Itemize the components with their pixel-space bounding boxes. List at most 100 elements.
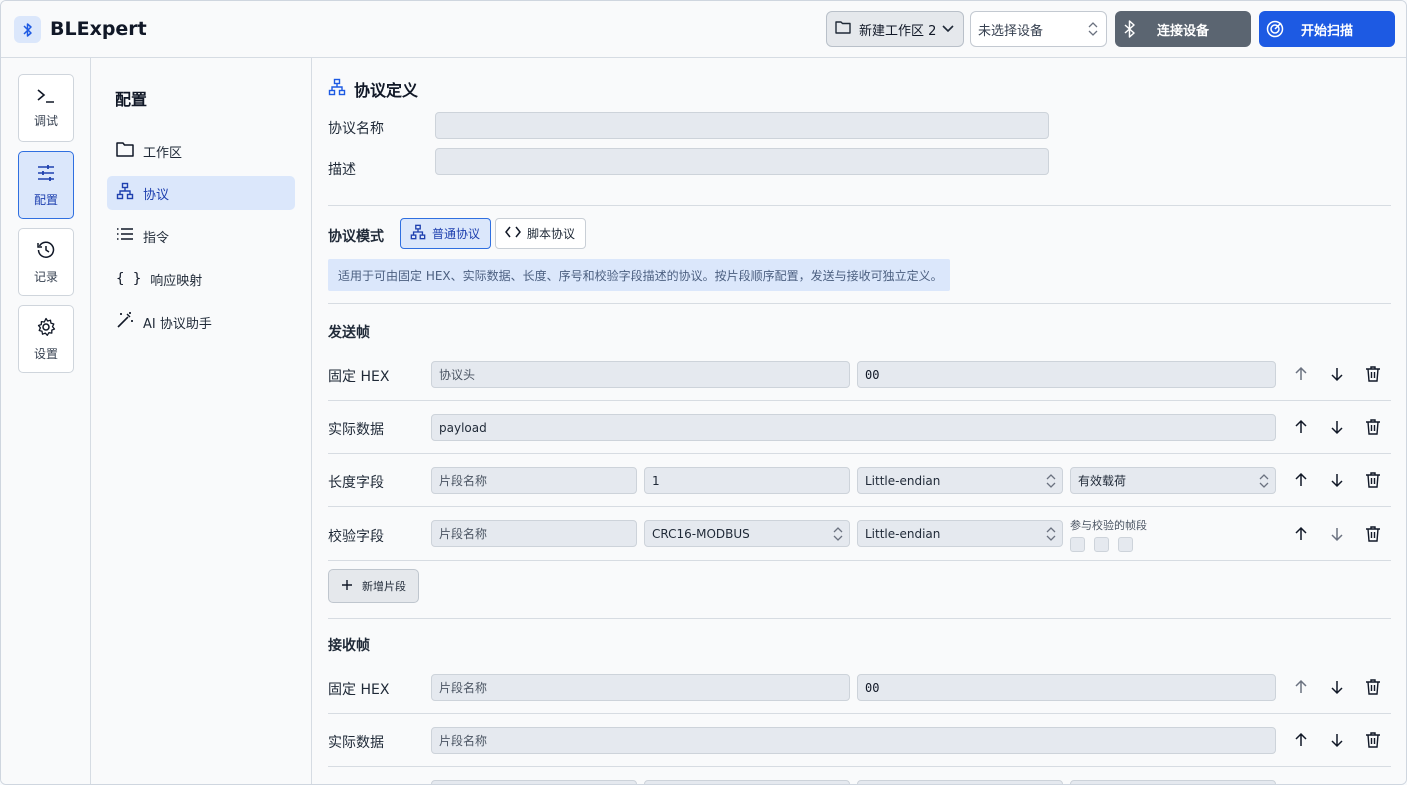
checksum-algo-select[interactable]: CRC16-MODBUS xyxy=(644,520,850,547)
network-icon xyxy=(410,224,426,243)
move-down-icon[interactable] xyxy=(1328,525,1346,543)
checksum-algo-label: CRC16-MODBUS xyxy=(652,526,750,541)
top-bar: BLExpert 新建工作区 2 未选择设备 连接设备 开始扫描 xyxy=(1,1,1406,58)
trash-icon[interactable] xyxy=(1364,471,1382,489)
segment-name-input[interactable]: 片段名称 xyxy=(431,520,637,547)
bluetooth-icon xyxy=(1123,20,1137,42)
move-up-icon[interactable] xyxy=(1292,418,1310,436)
length-scope-select[interactable]: 有效载荷 xyxy=(1070,467,1276,494)
segment-name-input[interactable]: 片段名称 xyxy=(431,674,850,701)
workspace-select[interactable]: 新建工作区 2 xyxy=(826,11,964,47)
payload-input[interactable]: payload xyxy=(431,414,1276,441)
braces-icon: { } xyxy=(116,271,142,287)
add-segment-button[interactable]: 新增片段 xyxy=(328,569,419,603)
list-icon xyxy=(116,227,134,245)
move-down-icon[interactable] xyxy=(1328,418,1346,436)
subnav-item-response-map[interactable]: { } 响应映射 xyxy=(107,262,295,296)
row-type-label: 实际数据 xyxy=(328,422,384,438)
subnav-item-label: 工作区 xyxy=(143,145,183,161)
subnav-item-label: 响应映射 xyxy=(150,273,203,289)
trash-icon[interactable] xyxy=(1364,365,1382,383)
start-scan-label: 开始扫描 xyxy=(1300,23,1353,39)
endian-select[interactable]: Little-endian xyxy=(857,467,1063,494)
move-down-icon[interactable] xyxy=(1328,365,1346,383)
plus-icon xyxy=(341,579,353,594)
start-scan-button[interactable]: 开始扫描 xyxy=(1259,11,1395,47)
connect-device-label: 连接设备 xyxy=(1156,23,1209,39)
protocol-name-input[interactable] xyxy=(435,112,1049,139)
trash-icon[interactable] xyxy=(1364,678,1382,696)
description-label: 描述 xyxy=(328,162,356,178)
updown-icon xyxy=(1046,526,1056,545)
segment-field-input[interactable] xyxy=(644,780,850,784)
endian-select[interactable]: Little-endian xyxy=(857,520,1063,547)
rail-item-history[interactable]: 记录 xyxy=(18,228,74,296)
magic-wand-icon xyxy=(116,311,134,333)
subnav-item-protocol[interactable]: 协议 xyxy=(107,176,295,210)
history-icon xyxy=(36,240,56,263)
checksum-segments-caption: 参与校验的帧段 xyxy=(1070,519,1147,532)
length-bytes-input[interactable]: 1 xyxy=(644,467,850,494)
move-up-icon[interactable] xyxy=(1292,365,1310,383)
folder-icon xyxy=(835,20,851,38)
connect-device-button[interactable]: 连接设备 xyxy=(1115,11,1251,47)
description-input[interactable] xyxy=(435,148,1049,175)
rail-item-debug[interactable]: 调试 xyxy=(18,74,74,142)
segment-name-input[interactable]: 协议头 xyxy=(431,361,850,388)
subnav-item-label: 指令 xyxy=(143,230,170,246)
protocol-mode-label: 协议模式 xyxy=(328,229,384,245)
segment-name-input[interactable]: 片段名称 xyxy=(431,727,1276,754)
gear-icon xyxy=(36,317,56,340)
mode-script-button[interactable]: 脚本协议 xyxy=(495,218,586,249)
mode-normal-button[interactable]: 普通协议 xyxy=(400,218,491,249)
segment-name-input[interactable]: 片段名称 xyxy=(431,467,637,494)
move-up-icon[interactable] xyxy=(1292,471,1310,489)
move-down-icon[interactable] xyxy=(1328,731,1346,749)
chevron-down-icon xyxy=(942,22,954,40)
checksum-segment-checkbox[interactable] xyxy=(1094,537,1109,552)
divider xyxy=(328,618,1391,619)
segment-field-input[interactable] xyxy=(1070,780,1276,784)
checksum-segment-checkbox[interactable] xyxy=(1118,537,1133,552)
move-down-icon[interactable] xyxy=(1328,471,1346,489)
divider xyxy=(328,453,1391,454)
rail-item-settings[interactable]: 设置 xyxy=(18,305,74,373)
checksum-segment-checkbox[interactable] xyxy=(1070,537,1085,552)
sliders-icon xyxy=(36,163,56,186)
trash-icon[interactable] xyxy=(1364,418,1382,436)
row-type-label: 长度字段 xyxy=(328,475,384,491)
terminal-icon xyxy=(36,88,56,107)
subnav-item-commands[interactable]: 指令 xyxy=(107,219,295,253)
move-up-icon[interactable] xyxy=(1292,731,1310,749)
move-down-icon[interactable] xyxy=(1328,678,1346,696)
protocol-name-label: 协议名称 xyxy=(328,121,384,137)
divider xyxy=(328,766,1391,767)
endian-select-label: Little-endian xyxy=(865,473,941,488)
hex-value-input[interactable]: 00 xyxy=(857,674,1276,701)
subnav-item-label: 协议 xyxy=(143,187,170,203)
trash-icon[interactable] xyxy=(1364,525,1382,543)
mode-info-text: 适用于可由固定 HEX、实际数据、长度、序号和校验字段描述的协议。按片段顺序配置… xyxy=(328,259,950,291)
device-select[interactable]: 未选择设备 xyxy=(970,11,1107,47)
section-title: 协议定义 xyxy=(354,81,419,100)
updown-icon xyxy=(1259,473,1269,492)
rail-item-config[interactable]: 配置 xyxy=(18,151,74,219)
app-window: BLExpert 新建工作区 2 未选择设备 连接设备 开始扫描 调试 配置 记… xyxy=(0,0,1407,785)
subnav-item-workspace[interactable]: 工作区 xyxy=(107,134,295,168)
rail-item-label: 配置 xyxy=(33,192,58,207)
folder-icon xyxy=(116,141,134,161)
segment-name-input[interactable] xyxy=(431,780,637,784)
trash-icon[interactable] xyxy=(1364,731,1382,749)
hex-value-input[interactable]: 00 xyxy=(857,361,1276,388)
mode-normal-label: 普通协议 xyxy=(432,227,481,241)
move-up-icon[interactable] xyxy=(1292,525,1310,543)
subnav-item-ai-assistant[interactable]: AI 协议助手 xyxy=(107,305,295,339)
bluetooth-logo-icon xyxy=(14,16,41,43)
code-icon xyxy=(505,225,521,242)
divider xyxy=(328,303,1391,304)
app-title: BLExpert xyxy=(50,18,147,40)
left-rail: 调试 配置 记录 设置 xyxy=(1,58,91,784)
segment-field-input[interactable] xyxy=(857,780,1063,784)
device-select-label: 未选择设备 xyxy=(978,23,1044,39)
move-up-icon[interactable] xyxy=(1292,678,1310,696)
